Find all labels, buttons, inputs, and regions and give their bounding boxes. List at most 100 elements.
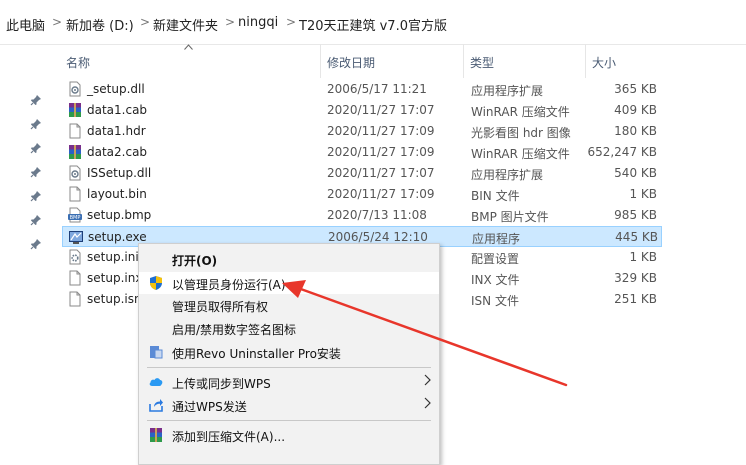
file-row[interactable]: ISSetup.dll 2020/11/27 17:07 应用程序扩展 540 KB — [62, 163, 662, 184]
exe-icon — [68, 229, 84, 245]
file-name: layout.bin — [87, 187, 147, 201]
pin-icon[interactable] — [30, 190, 42, 202]
file-size: 329 KB — [614, 271, 657, 285]
file-row[interactable]: BMP setup.bmp 2020/7/13 11:08 BMP 图片文件 985 K… — [62, 205, 662, 226]
file-name: _setup.dll — [87, 82, 145, 96]
menu-separator — [147, 420, 431, 421]
breadcrumb: 此电脑 > 新加卷 (D:) > 新建文件夹 > ningqi > T20天正建… — [0, 0, 746, 45]
menu-item-open[interactable]: 打开(O) — [139, 248, 439, 270]
pin-icon[interactable] — [30, 94, 42, 106]
breadcrumb-item-drive[interactable]: 新加卷 (D:) — [66, 15, 134, 34]
file-name: setup.inx — [87, 271, 143, 285]
column-divider[interactable] — [463, 44, 464, 78]
file-name: setup.ini — [87, 250, 139, 264]
breadcrumb-item-this-pc[interactable]: 此电脑 — [6, 15, 45, 34]
pin-icon[interactable] — [30, 214, 42, 226]
column-header-date[interactable]: 修改日期 — [327, 54, 375, 71]
breadcrumb-separator[interactable]: > — [52, 15, 62, 29]
file-size: 180 KB — [614, 124, 657, 138]
menu-item-label: 上传或同步到WPS — [172, 377, 271, 391]
menu-item-label: 管理员取得所有权 — [172, 300, 269, 314]
file-row[interactable]: data1.hdr 2020/11/27 17:09 光影看图 hdr 图像 180 … — [62, 121, 662, 142]
file-type: 配置设置 — [471, 252, 520, 266]
column-headers: 名称 修改日期 类型 大小 — [0, 44, 746, 78]
submenu-chevron-right-icon — [424, 397, 431, 412]
column-divider[interactable] — [585, 44, 586, 78]
file-type: 应用程序扩展 — [471, 168, 544, 182]
column-divider[interactable] — [320, 44, 321, 78]
file-type: ISN 文件 — [471, 294, 519, 308]
file-row[interactable]: data2.cab 2020/11/27 17:09 WinRAR 压缩文件 652,… — [62, 142, 662, 163]
file-date: 2020/11/27 17:07 — [327, 166, 435, 180]
svg-text:BMP: BMP — [70, 215, 81, 221]
menu-item-wps-send[interactable]: 通过WPS发送 — [139, 394, 439, 416]
menu-item-add-to-archive[interactable]: 添加到压缩文件(A)... — [139, 424, 439, 446]
file-icon — [67, 270, 83, 286]
dll-icon — [67, 81, 83, 97]
ini-icon — [67, 249, 83, 265]
menu-item-revo-install[interactable]: 使用Revo Uninstaller Pro安装 — [139, 341, 439, 363]
file-size: 1 KB — [629, 250, 657, 264]
file-icon — [67, 186, 83, 202]
menu-item-label: 以管理员身份运行(A) — [172, 278, 286, 292]
winrar-icon — [67, 144, 83, 160]
file-type: 应用程序 — [472, 232, 521, 246]
file-size: 540 KB — [614, 166, 657, 180]
file-size: 251 KB — [614, 292, 657, 306]
winrar-icon — [67, 102, 83, 118]
menu-item-toggle-signature-icon[interactable]: 启用/禁用数字签名图标 — [139, 317, 439, 339]
breadcrumb-item-current[interactable]: T20天正建筑 v7.0官方版 — [299, 15, 447, 34]
pin-icon[interactable] — [30, 118, 42, 130]
file-row[interactable]: _setup.dll 2006/5/17 11:21 应用程序扩展 365 KB — [62, 79, 662, 100]
wps-share-icon — [148, 397, 164, 413]
file-row[interactable]: data1.cab 2020/11/27 17:07 WinRAR 压缩文件 409 … — [62, 100, 662, 121]
file-name: ISSetup.dll — [87, 166, 152, 180]
file-date: 2006/5/17 11:21 — [327, 82, 427, 96]
uac-shield-icon — [148, 275, 164, 291]
menu-item-label: 使用Revo Uninstaller Pro安装 — [172, 347, 341, 361]
menu-item-label: 打开(O) — [172, 254, 218, 268]
pin-icon[interactable] — [30, 238, 42, 250]
sort-ascending-icon — [184, 42, 193, 53]
file-date: 2020/7/13 11:08 — [327, 208, 427, 222]
column-header-size[interactable]: 大小 — [592, 54, 616, 71]
breadcrumb-separator[interactable]: > — [225, 15, 235, 29]
bmp-icon: BMP — [67, 207, 83, 223]
file-name: setup.bmp — [87, 208, 152, 222]
file-size: 985 KB — [614, 208, 657, 222]
file-size: 409 KB — [614, 103, 657, 117]
menu-separator — [147, 367, 431, 368]
file-size: 652,247 KB — [587, 145, 657, 159]
file-type: INX 文件 — [471, 273, 520, 287]
column-header-type[interactable]: 类型 — [470, 54, 494, 71]
winrar-icon — [148, 427, 164, 443]
file-type: BIN 文件 — [471, 189, 520, 203]
breadcrumb-separator[interactable]: > — [140, 15, 150, 29]
pin-icon[interactable] — [30, 166, 42, 178]
revo-icon — [148, 344, 164, 360]
menu-item-label: 添加到压缩文件(A)... — [172, 430, 286, 444]
menu-item-take-ownership[interactable]: 管理员取得所有权 — [139, 294, 439, 316]
column-header-name[interactable]: 名称 — [66, 54, 90, 71]
file-name: setup.isn — [87, 292, 142, 306]
menu-item-wps-upload[interactable]: 上传或同步到WPS — [139, 371, 439, 393]
pin-icon[interactable] — [30, 142, 42, 154]
file-size: 445 KB — [615, 230, 658, 244]
context-menu: 打开(O) 以管理员身份运行(A) 管理员取得所有权 启用/禁用数字签名图标 使… — [138, 243, 440, 465]
file-size: 365 KB — [614, 82, 657, 96]
submenu-chevron-right-icon — [424, 374, 431, 389]
file-type: 应用程序扩展 — [471, 84, 544, 98]
file-date: 2020/11/27 17:09 — [327, 145, 435, 159]
breadcrumb-separator[interactable]: > — [286, 15, 296, 29]
menu-item-label: 启用/禁用数字签名图标 — [172, 323, 297, 337]
file-icon — [67, 291, 83, 307]
menu-item-label: 通过WPS发送 — [172, 400, 247, 414]
file-date: 2020/11/27 17:09 — [327, 187, 435, 201]
file-icon — [67, 123, 83, 139]
menu-item-run-as-admin[interactable]: 以管理员身份运行(A) — [139, 272, 439, 294]
file-type: BMP 图片文件 — [471, 210, 549, 224]
file-row[interactable]: layout.bin 2020/11/27 17:09 BIN 文件 1 KB — [62, 184, 662, 205]
file-type: WinRAR 压缩文件 — [471, 105, 570, 119]
breadcrumb-item-ningqi[interactable]: ningqi — [238, 15, 278, 30]
breadcrumb-item-folder[interactable]: 新建文件夹 — [153, 15, 218, 34]
